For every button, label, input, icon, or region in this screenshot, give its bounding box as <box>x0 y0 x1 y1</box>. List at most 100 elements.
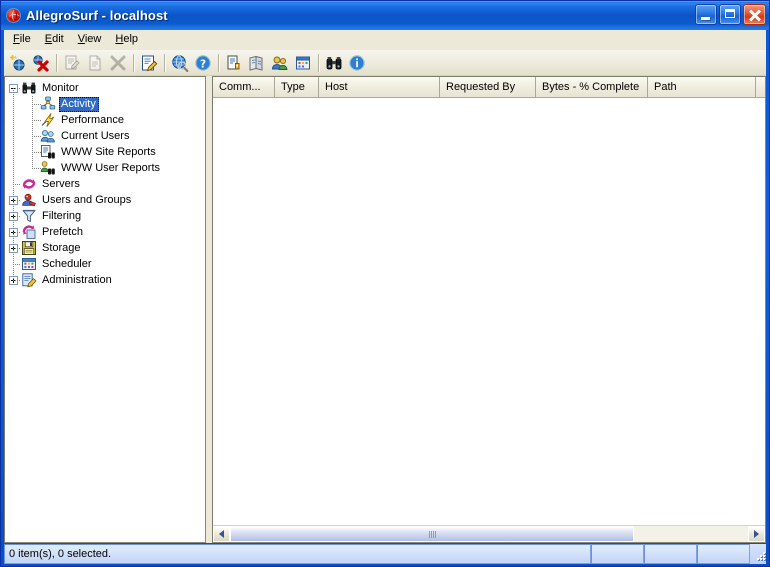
close-button[interactable] <box>743 4 766 25</box>
delete-connection-icon[interactable] <box>30 52 52 74</box>
window-title-host: localhost <box>109 8 168 23</box>
delete-x-icon[interactable] <box>107 52 129 74</box>
users-icon[interactable] <box>269 52 291 74</box>
tree-item-label: Users and Groups <box>42 193 132 206</box>
tree-item-servers[interactable]: Servers <box>5 176 205 192</box>
listview-body[interactable] <box>213 98 765 525</box>
scrollbar-thumb[interactable] <box>230 526 635 542</box>
tree-item-label: Servers <box>42 177 80 190</box>
scroll-left-arrow-icon[interactable] <box>213 526 230 542</box>
report-icon[interactable] <box>223 52 245 74</box>
tree-item-prefetch[interactable]: Prefetch <box>5 224 205 240</box>
column-header-requested-by[interactable]: Requested By <box>440 77 536 97</box>
tree-connector-line <box>32 96 33 168</box>
tree-item-filtering[interactable]: Filtering <box>5 208 205 224</box>
scheduler-icon[interactable] <box>292 52 314 74</box>
new-connection-icon[interactable] <box>7 52 29 74</box>
prefetch-arrow-icon <box>21 224 37 240</box>
tree-connector-line <box>13 248 21 249</box>
activity-network-icon <box>40 96 56 112</box>
tree-connector-line <box>13 232 21 233</box>
minimize-button[interactable] <box>695 4 717 25</box>
column-header-label: Type <box>281 81 305 93</box>
column-header-host[interactable]: Host <box>319 77 440 97</box>
tree-item-label: Storage <box>42 241 81 254</box>
toolbar-separator <box>218 53 220 72</box>
status-text: 0 item(s), 0 selected. <box>4 544 591 564</box>
tree-item-label: Current Users <box>61 129 130 142</box>
title-bar[interactable]: AllegroSurf - localhost <box>1 1 769 30</box>
column-header-label: Comm... <box>219 81 261 93</box>
tree-item-storage[interactable]: Storage <box>5 240 205 256</box>
servers-arrows-icon <box>21 176 37 192</box>
column-header-path[interactable]: Path <box>648 77 756 97</box>
globe-search-icon[interactable] <box>169 52 191 74</box>
client-area: File Edit View Help ? Monitor Activity P… <box>4 30 766 543</box>
edit-properties-icon[interactable] <box>61 52 83 74</box>
scheduler-calendar-icon <box>21 256 37 272</box>
tree-connector-line <box>32 120 41 121</box>
listview-header: Comm... Type Host Requested By Bytes - % Com… <box>213 77 765 98</box>
column-header-type[interactable]: Type <box>275 77 319 97</box>
tree-item-users-and-groups[interactable]: Users and Groups <box>5 192 205 208</box>
tree-item-administration[interactable]: Administration <box>5 272 205 288</box>
column-header-label: Path <box>654 81 677 93</box>
column-header-label: Bytes - % Complete <box>542 81 640 93</box>
globe-icon <box>5 7 22 24</box>
menu-item-help[interactable]: Help <box>108 31 145 49</box>
window-title-app: AllegroSurf <box>26 8 98 23</box>
toolbar-separator <box>318 53 320 72</box>
tree-connector-line <box>13 184 21 185</box>
site-reports-icon[interactable] <box>246 52 268 74</box>
resize-grip-icon[interactable] <box>750 544 766 564</box>
new-document-icon[interactable] <box>84 52 106 74</box>
column-header-filler <box>756 77 765 97</box>
toolbar-separator <box>56 53 58 72</box>
tree-item-label: Administration <box>42 273 112 286</box>
application-window: AllegroSurf - localhost File Edit View H… <box>0 0 770 567</box>
toolbar: ? <box>4 50 766 76</box>
scroll-right-arrow-icon[interactable] <box>748 526 765 542</box>
tree-item-scheduler[interactable]: Scheduler <box>5 256 205 272</box>
tree-connector-line <box>13 280 21 281</box>
column-header-label: Requested By <box>446 81 516 93</box>
status-panel-3 <box>697 544 750 564</box>
menu-item-view[interactable]: View <box>71 31 109 49</box>
tree-connector-line <box>13 216 21 217</box>
split-panes: Monitor Activity Performance Current Users W… <box>4 76 766 543</box>
toolbar-separator <box>133 53 135 72</box>
tree-item-label: Filtering <box>42 209 82 222</box>
tree-item-label: WWW User Reports <box>61 161 160 174</box>
menu-item-file[interactable]: File <box>6 31 38 49</box>
about-info-icon[interactable] <box>346 52 368 74</box>
column-header-bytes-complete[interactable]: Bytes - % Complete <box>536 77 648 97</box>
binoculars-icon <box>21 80 37 96</box>
tree-connector-line <box>32 104 41 105</box>
help-question-icon[interactable]: ? <box>192 52 214 74</box>
navigation-tree: Monitor Activity Performance Current Users W… <box>5 77 205 288</box>
window-controls <box>695 4 766 25</box>
maximize-button[interactable] <box>719 4 741 25</box>
tree-connector-line <box>32 152 41 153</box>
navigation-tree-pane[interactable]: Monitor Activity Performance Current Users W… <box>4 76 206 543</box>
menu-item-edit[interactable]: Edit <box>38 31 71 49</box>
administration-icon <box>21 272 37 288</box>
tree-item-label: Monitor <box>42 81 79 94</box>
column-header-comm[interactable]: Comm... <box>213 77 275 97</box>
current-users-icon <box>40 128 56 144</box>
column-header-label: Host <box>325 81 348 93</box>
tree-item-label: Performance <box>61 113 124 126</box>
edit-pencil-icon[interactable] <box>138 52 160 74</box>
tree-item-label: Scheduler <box>42 257 92 270</box>
toolbar-separator <box>164 53 166 72</box>
status-panel-2 <box>644 544 697 564</box>
site-reports-icon <box>40 144 56 160</box>
filter-funnel-icon <box>21 208 37 224</box>
tree-item-monitor[interactable]: Monitor <box>5 80 205 96</box>
horizontal-scrollbar[interactable] <box>213 525 765 542</box>
monitor-binoculars-icon[interactable] <box>323 52 345 74</box>
performance-lightning-icon <box>40 112 56 128</box>
svg-text:?: ? <box>200 58 206 70</box>
scrollbar-track[interactable] <box>230 526 748 542</box>
tree-connector-line <box>13 88 21 89</box>
